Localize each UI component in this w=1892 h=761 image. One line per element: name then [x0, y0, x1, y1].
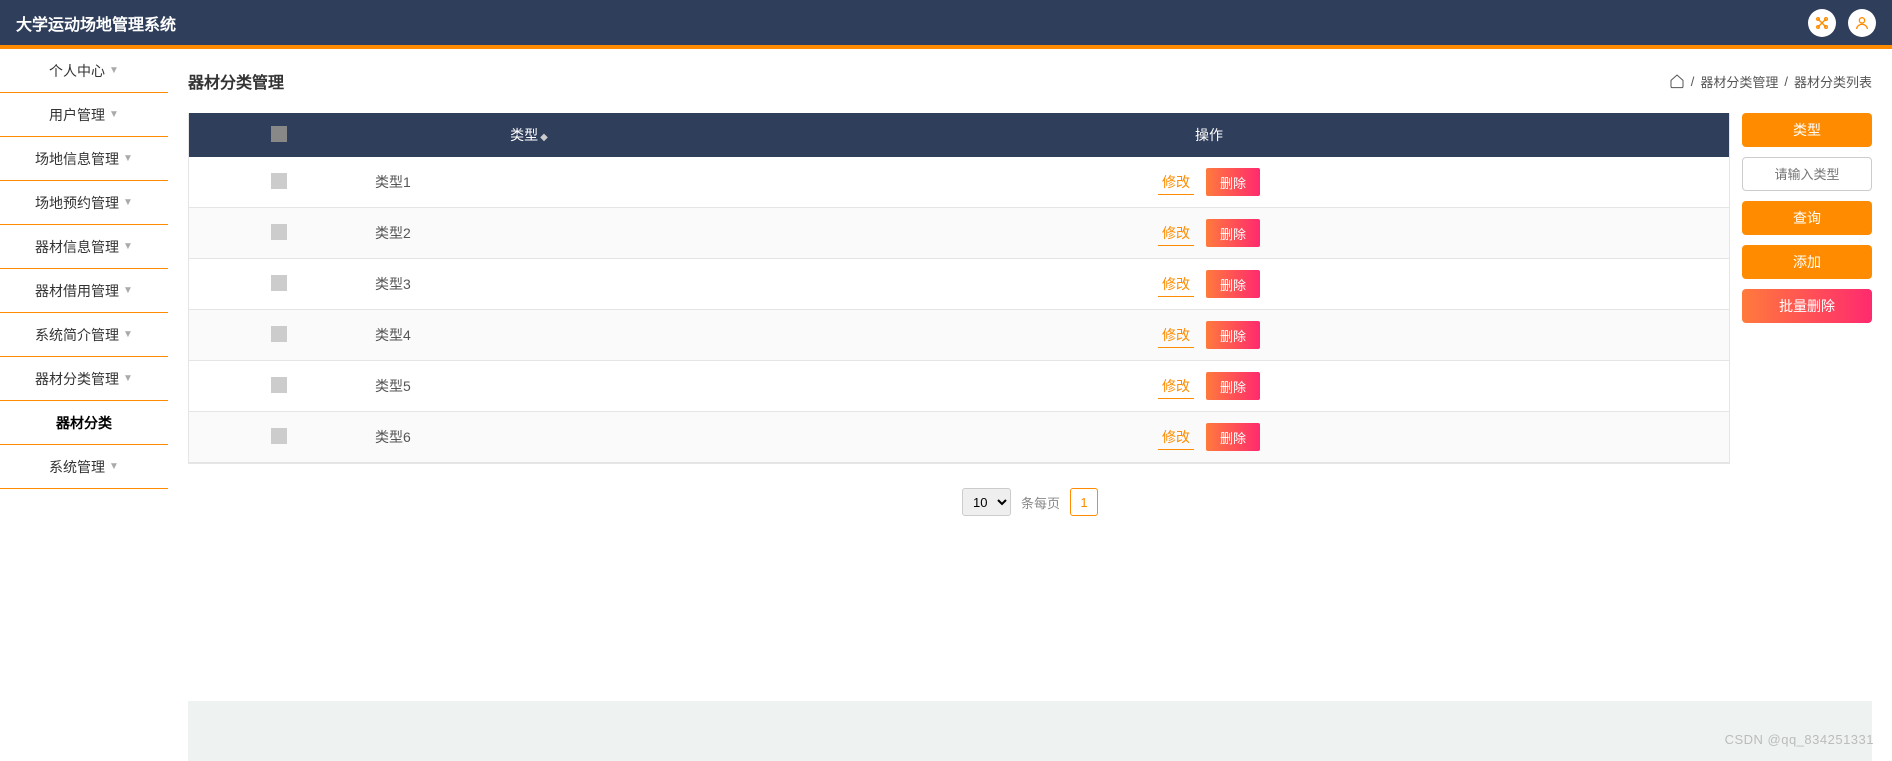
- edit-link[interactable]: 修改: [1158, 170, 1194, 195]
- row-checkbox[interactable]: [271, 428, 287, 444]
- watermark: CSDN @qq_834251331: [1725, 732, 1874, 747]
- sidebar-item-label: 器材分类管理: [35, 369, 119, 389]
- row-type-cell: 类型4: [369, 310, 689, 361]
- chevron-down-icon: ▼: [123, 197, 133, 208]
- table-row: 类型4 修改删除: [189, 310, 1729, 361]
- row-type-cell: 类型6: [369, 412, 689, 463]
- batch-delete-button[interactable]: 批量删除: [1742, 289, 1872, 323]
- action-panel: 类型 查询 添加 批量删除: [1742, 113, 1872, 323]
- select-all-checkbox[interactable]: [271, 126, 287, 142]
- page-size-select[interactable]: 10: [962, 488, 1011, 516]
- add-button[interactable]: 添加: [1742, 245, 1872, 279]
- row-type-cell: 类型3: [369, 259, 689, 310]
- chevron-down-icon: ▼: [109, 461, 119, 472]
- sidebar-item-label: 场地信息管理: [35, 149, 119, 169]
- table-row: 类型6 修改删除: [189, 412, 1729, 463]
- edit-link[interactable]: 修改: [1158, 323, 1194, 348]
- breadcrumb-item[interactable]: 器材分类管理: [1700, 72, 1778, 91]
- row-type-cell: 类型5: [369, 361, 689, 412]
- sidebar: 个人中心 ▼ 用户管理 ▼ 场地信息管理 ▼ 场地预约管理 ▼ 器材信息管理 ▼ 器材借用…: [0, 49, 168, 761]
- sidebar-item-label: 器材分类: [56, 413, 112, 433]
- table-header-label: 类型: [510, 127, 538, 143]
- sidebar-item-label: 用户管理: [49, 105, 105, 125]
- chevron-down-icon: ▼: [123, 373, 133, 384]
- type-input[interactable]: [1742, 157, 1872, 191]
- app-title: 大学运动场地管理系统: [16, 11, 176, 35]
- sidebar-item-label: 场地预约管理: [35, 193, 119, 213]
- chevron-down-icon: ▼: [123, 285, 133, 296]
- table-row: 类型3 修改删除: [189, 259, 1729, 310]
- row-type-cell: 类型2: [369, 208, 689, 259]
- sidebar-item-label: 系统简介管理: [35, 325, 119, 345]
- sidebar-item-venue-info[interactable]: 场地信息管理 ▼: [0, 137, 168, 181]
- home-icon[interactable]: [1669, 73, 1685, 89]
- pager: 10 条每页 1: [188, 488, 1872, 516]
- tools-icon[interactable]: [1808, 9, 1836, 37]
- sidebar-item-personal[interactable]: 个人中心 ▼: [0, 49, 168, 93]
- type-label-button[interactable]: 类型: [1742, 113, 1872, 147]
- table-header-op: 操作: [689, 113, 1729, 157]
- table-row: 类型1 修改删除: [189, 157, 1729, 208]
- table-row: 类型2 修改删除: [189, 208, 1729, 259]
- edit-link[interactable]: 修改: [1158, 425, 1194, 450]
- sidebar-item-label: 系统管理: [49, 457, 105, 477]
- footer: [188, 701, 1872, 761]
- page-head: 器材分类管理 / 器材分类管理 / 器材分类列表: [188, 69, 1872, 93]
- breadcrumb-item: 器材分类列表: [1794, 72, 1872, 91]
- chevron-down-icon: ▼: [123, 153, 133, 164]
- table-header-type[interactable]: 类型◆: [369, 113, 689, 157]
- delete-button[interactable]: 删除: [1206, 423, 1260, 451]
- chevron-down-icon: ▼: [109, 109, 119, 120]
- sidebar-item-system-intro[interactable]: 系统简介管理 ▼: [0, 313, 168, 357]
- row-checkbox[interactable]: [271, 326, 287, 342]
- search-button[interactable]: 查询: [1742, 201, 1872, 235]
- sidebar-item-system[interactable]: 系统管理 ▼: [0, 445, 168, 489]
- header-icon-group: [1808, 9, 1876, 37]
- chevron-down-icon: ▼: [123, 241, 133, 252]
- sidebar-item-equipment-borrow[interactable]: 器材借用管理 ▼: [0, 269, 168, 313]
- sidebar-item-venue-booking[interactable]: 场地预约管理 ▼: [0, 181, 168, 225]
- sidebar-item-label: 器材借用管理: [35, 281, 119, 301]
- delete-button[interactable]: 删除: [1206, 219, 1260, 247]
- chevron-down-icon: ▼: [109, 65, 119, 76]
- user-icon[interactable]: [1848, 9, 1876, 37]
- row-checkbox[interactable]: [271, 377, 287, 393]
- breadcrumb-sep: /: [1784, 74, 1788, 89]
- delete-button[interactable]: 删除: [1206, 321, 1260, 349]
- chevron-down-icon: ▼: [123, 329, 133, 340]
- breadcrumb: / 器材分类管理 / 器材分类列表: [1669, 72, 1872, 91]
- sidebar-item-label: 器材信息管理: [35, 237, 119, 257]
- data-table: 类型◆ 操作 类型1修改删除类型2修改删除类型3修改删除类型4修改删除类型5修改…: [188, 113, 1730, 464]
- edit-link[interactable]: 修改: [1158, 272, 1194, 297]
- row-checkbox[interactable]: [271, 173, 287, 189]
- pager-page-current[interactable]: 1: [1070, 488, 1098, 516]
- app-header: 大学运动场地管理系统: [0, 0, 1892, 45]
- sidebar-item-label: 个人中心: [49, 61, 105, 81]
- breadcrumb-sep: /: [1691, 74, 1695, 89]
- sidebar-item-equipment-category[interactable]: 器材分类管理 ▼: [0, 357, 168, 401]
- edit-link[interactable]: 修改: [1158, 221, 1194, 246]
- page-title: 器材分类管理: [188, 69, 284, 93]
- edit-link[interactable]: 修改: [1158, 374, 1194, 399]
- sidebar-item-equipment-info[interactable]: 器材信息管理 ▼: [0, 225, 168, 269]
- row-type-cell: 类型1: [369, 157, 689, 208]
- delete-button[interactable]: 删除: [1206, 270, 1260, 298]
- sidebar-item-equipment-category-sub[interactable]: 器材分类: [0, 401, 168, 445]
- pager-label: 条每页: [1021, 493, 1060, 512]
- table-header-checkbox: [189, 113, 369, 157]
- row-checkbox[interactable]: [271, 275, 287, 291]
- sidebar-item-user[interactable]: 用户管理 ▼: [0, 93, 168, 137]
- row-checkbox[interactable]: [271, 224, 287, 240]
- sort-icon: ◆: [540, 132, 548, 143]
- delete-button[interactable]: 删除: [1206, 168, 1260, 196]
- table-row: 类型5 修改删除: [189, 361, 1729, 412]
- delete-button[interactable]: 删除: [1206, 372, 1260, 400]
